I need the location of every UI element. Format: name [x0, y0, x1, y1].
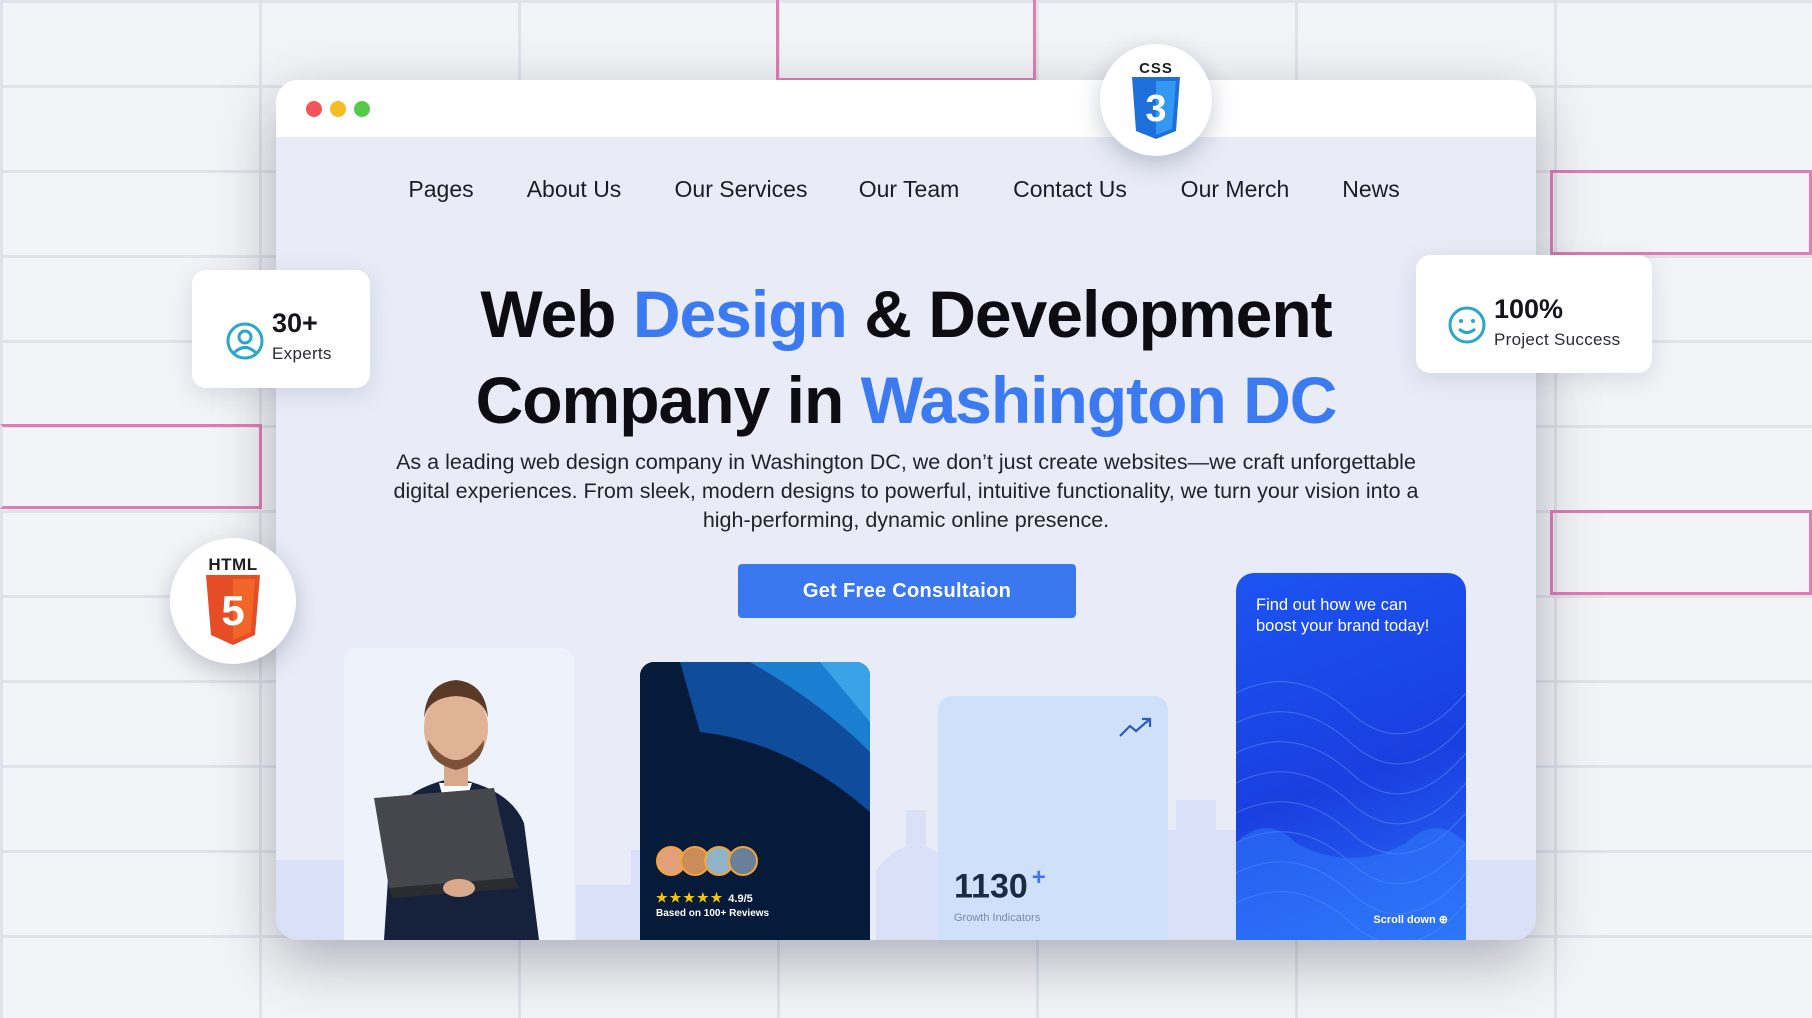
hero-title-text: Web [480, 277, 633, 351]
get-free-consultation-button[interactable]: Get Free Consultaion [738, 564, 1076, 618]
nav-item-our-services[interactable]: Our Services [675, 176, 808, 203]
html5-shield-icon: 5 [206, 575, 260, 645]
nav-item-contact-us[interactable]: Contact Us [1013, 176, 1127, 203]
nav-item-pages[interactable]: Pages [408, 176, 473, 203]
hero-title-highlight: Design [632, 277, 848, 351]
css3-shield-icon: 3 [1132, 76, 1180, 139]
smiley-icon [1448, 306, 1486, 344]
reviewer-avatars [656, 846, 758, 876]
css3-logo-text: CSS [1139, 59, 1173, 77]
user-circle-icon [226, 322, 264, 360]
growth-number: 1130 + [954, 864, 1046, 906]
experts-count: 30+ [272, 308, 318, 338]
hero-title-text: & Development [846, 277, 1332, 351]
css3-logo: CSS 3 [1100, 44, 1212, 156]
growth-value: 1130 [954, 867, 1028, 906]
growth-indicators-card: 1130 + Growth Indicators [938, 696, 1168, 940]
growth-label: Growth Indicators [954, 912, 1041, 924]
decor-box [1550, 510, 1812, 595]
scroll-down-label: Scroll down [1373, 914, 1436, 926]
decor-box [1550, 170, 1812, 255]
reviews-card: ★★★★★ 4.9/5 Based on 100+ Reviews [640, 662, 870, 940]
maximize-window-button[interactable] [354, 101, 370, 117]
minimize-window-button[interactable] [330, 101, 346, 117]
hero-title-line-2: Company in Washington DC [276, 362, 1536, 438]
experts-badge: 30+ Experts [192, 270, 370, 388]
promo-card: Find out how we can boost your brand tod… [1236, 573, 1466, 940]
growth-plus: + [1031, 864, 1046, 891]
team-member-photo-card [344, 648, 574, 940]
person-with-laptop-image [344, 648, 574, 940]
success-label: Project Success [1494, 330, 1621, 349]
nav-item-about-us[interactable]: About Us [527, 176, 622, 203]
avatar [728, 846, 758, 876]
css3-version: 3 [1145, 88, 1166, 130]
scroll-down-icon: ⊕ [1438, 914, 1448, 926]
project-success-badge: 100% Project Success [1416, 255, 1652, 373]
scroll-down-link[interactable]: Scroll down ⊕ [1373, 913, 1448, 926]
decor-box [0, 424, 262, 509]
rating-stars: ★★★★★ 4.9/5 [656, 890, 753, 906]
nav-item-our-team[interactable]: Our Team [859, 176, 960, 203]
trend-up-icon [1119, 717, 1152, 737]
close-window-button[interactable] [306, 101, 322, 117]
nav-item-news[interactable]: News [1342, 176, 1400, 203]
nav-item-our-merch[interactable]: Our Merch [1181, 176, 1290, 203]
html5-logo-text: HTML [208, 555, 258, 574]
success-percent: 100% [1494, 294, 1564, 324]
reviews-count: Based on 100+ Reviews [656, 908, 770, 919]
hero-title-highlight: Washington DC [860, 363, 1338, 437]
star-icons: ★★★★★ [656, 890, 725, 905]
hero-description: As a leading web design company in Washi… [393, 450, 1419, 532]
hero-title-line-1: Web Design & Development [276, 276, 1536, 352]
promo-text: Find out how we can boost your brand tod… [1256, 596, 1430, 635]
browser-window: Pages About Us Our Services Our Team Con… [276, 80, 1536, 940]
rating-value: 4.9/5 [728, 893, 753, 905]
window-titlebar [276, 80, 1536, 137]
hero-title-text: Company in [475, 363, 861, 437]
main-nav: Pages About Us Our Services Our Team Con… [276, 176, 1536, 206]
decor-box [776, 0, 1036, 81]
experts-label: Experts [272, 344, 332, 363]
html5-version: 5 [221, 587, 244, 634]
html5-logo: HTML 5 [170, 538, 296, 664]
